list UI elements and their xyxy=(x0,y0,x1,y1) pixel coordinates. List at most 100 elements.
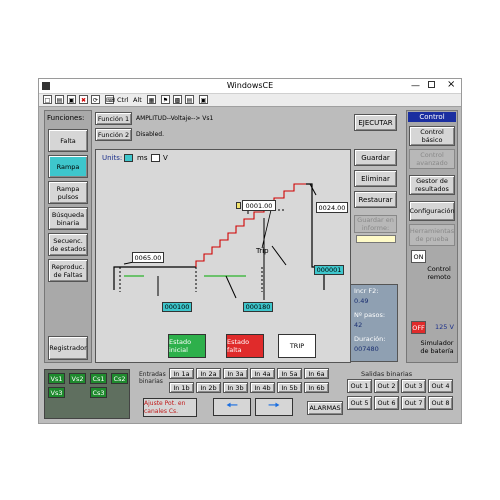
gestor-resultados-button[interactable]: Gestor de resultados xyxy=(409,175,455,195)
channel-cs1[interactable]: Cs1 xyxy=(90,373,107,384)
binary-input-in-4b[interactable]: In 4b xyxy=(250,382,275,393)
channel-cs3[interactable]: Cs3 xyxy=(90,387,107,398)
channel-cs2[interactable]: Cs2 xyxy=(111,373,128,384)
binary-output-out-7[interactable]: Out 7 xyxy=(401,396,426,410)
step-time-box[interactable]: 000180 xyxy=(243,302,273,312)
alarmas-button[interactable]: ALARMAS xyxy=(307,401,343,415)
maximize-icon[interactable] xyxy=(428,81,435,88)
binary-input-in-6b[interactable]: In 6b xyxy=(304,382,329,393)
control-title: Control xyxy=(408,112,456,122)
minimize-icon[interactable]: — xyxy=(411,81,420,91)
binary-input-in-5b[interactable]: In 5b xyxy=(277,382,302,393)
document-icon[interactable]: ▤ xyxy=(55,95,64,104)
duracion-value: 007480 xyxy=(354,345,379,353)
funcion1-text: AMPLITUD--Voltaje--> Vs1 xyxy=(136,115,214,122)
toolbar: □ ▤ ▣ ✖ ⟳ ⌨ Ctrl Alt ▦ ⚑ ▩ ▤ ▣ xyxy=(39,94,461,107)
pasos-value: 42 xyxy=(354,321,363,329)
refresh-icon[interactable]: ⟳ xyxy=(91,95,100,104)
binary-output-out-3[interactable]: Out 3 xyxy=(401,379,426,393)
funcion2-button[interactable]: Función 2 xyxy=(95,128,132,141)
estado-falta-button[interactable]: Estado falta xyxy=(226,334,264,358)
control-basico-button[interactable]: Control básico xyxy=(409,126,455,146)
arrow-right-icon: 🠖 xyxy=(267,398,281,414)
eliminar-button[interactable]: Eliminar xyxy=(354,170,397,187)
informe-input[interactable] xyxy=(356,235,396,243)
binary-input-in-1a[interactable]: In 1a xyxy=(169,368,194,379)
binary-output-out-6[interactable]: Out 6 xyxy=(374,396,399,410)
battery-voltage: 125 V xyxy=(435,323,454,331)
channel-vs1[interactable]: Vs1 xyxy=(48,373,65,384)
binary-input-in-1b[interactable]: In 1b xyxy=(169,382,194,393)
window-icon[interactable]: ▣ xyxy=(199,95,208,104)
incr-label: Incr F2: xyxy=(354,287,379,295)
step-marker xyxy=(236,202,241,209)
grid-icon[interactable]: ▦ xyxy=(147,95,156,104)
title-bar: WindowsCE — × xyxy=(39,79,461,94)
binary-output-out-2[interactable]: Out 2 xyxy=(374,379,399,393)
binary-input-in-5a[interactable]: In 5a xyxy=(277,368,302,379)
print-icon[interactable]: ▤ xyxy=(185,95,194,104)
flag-icon[interactable]: ⚑ xyxy=(161,95,170,104)
registrador-button[interactable]: Registrador xyxy=(48,336,88,360)
channel-vs3[interactable]: Vs3 xyxy=(48,387,65,398)
save-icon[interactable]: ▩ xyxy=(173,95,182,104)
ramp-diagram: Units: ms V 0065.00 0001.00 0024.00 Trip… xyxy=(95,149,351,363)
estado-inicial-button[interactable]: Estado inicial xyxy=(168,334,206,358)
trip-text: Trip xyxy=(256,247,269,255)
binary-output-out-5[interactable]: Out 5 xyxy=(347,396,372,410)
function-rampa-pulsos-button[interactable]: Rampa pulsos xyxy=(48,181,88,204)
control-avanzado-button: Control avanzado xyxy=(409,149,455,169)
alt-key[interactable]: Alt xyxy=(133,96,142,104)
ajuste-pot-button[interactable]: Ajuste Pot. en canales Cs. xyxy=(143,398,197,417)
binary-output-out-4[interactable]: Out 4 xyxy=(428,379,453,393)
function-falta-button[interactable]: Falta xyxy=(48,129,88,152)
binary-input-in-3a[interactable]: In 3a xyxy=(223,368,248,379)
binary-output-out-8[interactable]: Out 8 xyxy=(428,396,453,410)
battery-off-button[interactable]: OFF xyxy=(411,321,426,334)
function-reproduccion-faltas-button[interactable]: Reproduc. de Faltas xyxy=(48,259,88,282)
restaurar-button[interactable]: Restaurar xyxy=(354,191,397,208)
step-value-box[interactable]: 0001.00 xyxy=(242,200,276,211)
ramp-info-panel: Incr F2: 0.49 Nº pasos: 42 Duración: 007… xyxy=(350,284,398,362)
keyboard-icon[interactable]: ⌨ xyxy=(105,95,115,104)
funcion2-text: Disabled. xyxy=(136,131,164,138)
window-title: WindowsCE xyxy=(226,81,274,90)
stop-icon[interactable]: ✖ xyxy=(79,95,88,104)
arrow-right-button[interactable]: 🠖 xyxy=(255,398,293,416)
binary-input-in-3b[interactable]: In 3b xyxy=(223,382,248,393)
binary-input-in-2a[interactable]: In 2a xyxy=(196,368,221,379)
trip-button[interactable]: TRIP xyxy=(278,334,316,358)
initial-value-box[interactable]: 0065.00 xyxy=(132,252,164,263)
arrow-left-button[interactable]: 🠔 xyxy=(213,398,251,416)
remote-on-button[interactable]: ON xyxy=(411,250,426,263)
functions-title: Funciones: xyxy=(47,114,85,122)
pasos-label: Nº pasos: xyxy=(354,311,386,319)
open-icon[interactable]: □ xyxy=(43,95,52,104)
function-rampa-button[interactable]: Rampa xyxy=(48,155,88,178)
guardar-informe-button[interactable]: Guardar en informe: xyxy=(354,215,397,233)
image-icon[interactable]: ▣ xyxy=(67,95,76,104)
binary-input-in-2b[interactable]: In 2b xyxy=(196,382,221,393)
function-busqueda-binaria-button[interactable]: Búsqueda binaria xyxy=(48,207,88,230)
control-remoto-label: Control remoto xyxy=(427,265,451,281)
ctrl-key[interactable]: Ctrl xyxy=(117,96,129,104)
ejecutar-button[interactable]: EJECUTAR xyxy=(354,114,397,131)
final-value-box[interactable]: 0024.00 xyxy=(316,202,348,213)
configuracion-button[interactable]: Configuración xyxy=(409,201,455,221)
channel-vs2[interactable]: Vs2 xyxy=(69,373,86,384)
function-secuencia-estados-button[interactable]: Secuenc. de estados xyxy=(48,233,88,256)
initial-time-box[interactable]: 000100 xyxy=(162,302,192,312)
arrow-left-icon: 🠔 xyxy=(225,398,239,414)
close-icon[interactable]: × xyxy=(447,79,455,90)
binary-input-in-6a[interactable]: In 6a xyxy=(304,368,329,379)
duracion-label: Duración: xyxy=(354,335,386,343)
salidas-label: Salidas binarias xyxy=(361,370,413,378)
funcion1-button[interactable]: Función 1 xyxy=(95,112,132,125)
binary-output-out-1[interactable]: Out 1 xyxy=(347,379,372,393)
trip-delay-box[interactable]: 000001 xyxy=(314,265,344,275)
simulador-bateria-label: Simulador de batería xyxy=(420,339,454,355)
functions-panel: Funciones: Falta Rampa Rampa pulsos Búsq… xyxy=(44,110,92,363)
binary-input-in-4a[interactable]: In 4a xyxy=(250,368,275,379)
entradas-label: Entradas binarias xyxy=(139,371,166,385)
guardar-button[interactable]: Guardar xyxy=(354,149,397,166)
